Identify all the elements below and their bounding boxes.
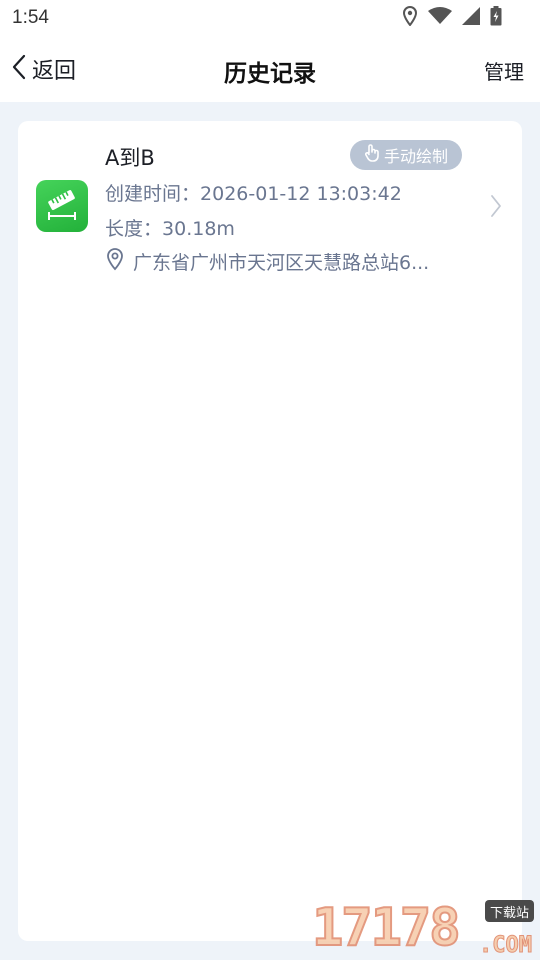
length-value: 30.18m (162, 218, 235, 240)
draw-mode-badge: 手动绘制 (350, 140, 462, 170)
address-text: 广东省广州市天河区天慧路总站6... (133, 252, 430, 274)
created-value: 2026-01-12 13:03:42 (200, 183, 402, 205)
page-title: 历史记录 (224, 61, 316, 87)
badge-label: 手动绘制 (383, 147, 448, 166)
record-title: A到B (105, 146, 155, 170)
watermark-number: 17178 (311, 897, 462, 959)
list-item[interactable]: A到B 手动绘制 创建时间：2026-01-12 13:03:42 长度：30.… (18, 121, 522, 281)
created-time: 创建时间：2026-01-12 13:03:42 (105, 179, 402, 206)
status-bar: 1:54 (0, 0, 540, 38)
length-info: 长度：30.18m (105, 214, 235, 241)
length-label: 长度： (105, 218, 163, 240)
status-time: 1:54 (12, 7, 49, 28)
address-line: 广东省广州市天河区天慧路总站6... (105, 247, 429, 276)
battery-icon (490, 6, 502, 30)
status-icons (402, 5, 502, 30)
ruler-measure-icon (36, 180, 88, 232)
wifi-icon (428, 7, 452, 29)
location-icon (402, 5, 418, 30)
chevron-right-icon (490, 194, 502, 222)
signal-icon (462, 7, 480, 29)
watermark-suffix: .COM (479, 933, 533, 959)
hand-tap-icon (364, 144, 380, 166)
watermark-tag: 下载站 (484, 900, 534, 922)
site-watermark: 17178 .COM 下载站 (311, 897, 536, 960)
location-pin-icon (105, 247, 125, 276)
manage-button[interactable]: 管理 (484, 56, 524, 85)
created-label: 创建时间： (105, 183, 201, 205)
history-list: A到B 手动绘制 创建时间：2026-01-12 13:03:42 长度：30.… (18, 121, 522, 941)
app-header: 返回 历史记录 管理 (0, 38, 540, 102)
